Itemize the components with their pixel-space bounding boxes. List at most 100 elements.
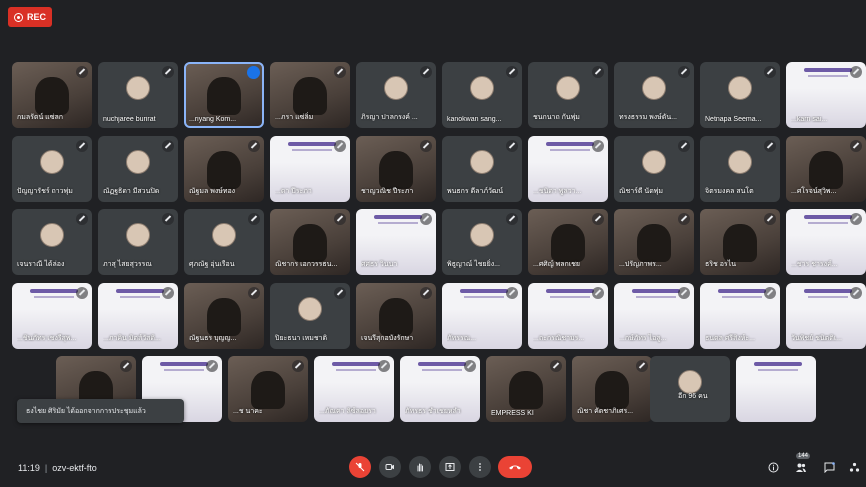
participant-tile[interactable]: ณัฏฐธิดา มีสวนปิด xyxy=(98,136,178,202)
mic-off-icon xyxy=(248,140,260,152)
mic-off-icon xyxy=(506,140,518,152)
participant-tile[interactable]: ภัทรรณ... xyxy=(442,283,522,349)
participant-name: ศุภณัฐ อุ่นเรือน xyxy=(189,261,235,268)
participant-tile[interactable]: ...ดา ปีระภา xyxy=(270,136,350,202)
participant-avatar xyxy=(207,151,241,190)
people-count-badge: 144 xyxy=(796,453,811,459)
mic-off-icon xyxy=(334,66,346,78)
participant-tile[interactable]: พิธูญาณ์ ไชยยิ่ง... xyxy=(442,209,522,275)
participant-tile[interactable]: จิตรมงคล สนโต xyxy=(700,136,780,202)
participant-avatar xyxy=(40,223,64,248)
participant-tile[interactable]: วันพิชย์ ชนิตติเ... xyxy=(786,283,866,349)
participant-tile[interactable]: ทรงธรรม พงษ์ดัน... xyxy=(614,62,694,128)
participant-tile[interactable]: ชาญวณิช ปีระภา xyxy=(356,136,436,202)
participant-tile[interactable]: ณัฐมล พงษ์ทอง xyxy=(184,136,264,202)
participant-tile[interactable]: ...ภัณคา ลิซ์ลอยรา xyxy=(314,356,394,422)
participant-name: ...ภรา แซ่ลิ่ม xyxy=(275,114,314,121)
mic-off-icon xyxy=(420,140,432,152)
participant-tile[interactable]: kanokwan sang... xyxy=(442,62,522,128)
present-button[interactable] xyxy=(439,456,461,478)
mic-off-icon xyxy=(550,360,562,372)
meeting-time: 11:19 xyxy=(18,463,40,473)
participant-avatar xyxy=(728,150,752,175)
participant-avatar xyxy=(551,224,585,263)
participant-tile[interactable]: EMPRESS KI xyxy=(486,356,566,422)
mic-off-icon xyxy=(592,287,604,299)
mic-off-icon xyxy=(678,213,690,225)
participant-name: nuchjaree burirat xyxy=(103,116,156,123)
camera-toggle-button[interactable] xyxy=(379,456,401,478)
participant-tile[interactable]: พนธกร ดีลาภ์วัฒน์ xyxy=(442,136,522,202)
participant-tile[interactable]: ธริช อรไน xyxy=(700,209,780,275)
mic-off-icon xyxy=(592,140,604,152)
participant-tile[interactable]: ณิชา คัดชาภิเศร... xyxy=(572,356,652,422)
participant-tile[interactable]: ปิยะธนา เหมชาติ xyxy=(270,283,350,349)
participant-tile[interactable]: ...ศศิญ์ พลกเชย xyxy=(528,209,608,275)
participant-tile[interactable]: ...ชาร ชารงค์... xyxy=(786,209,866,275)
participant-tile[interactable]: ...ช นาคะ xyxy=(228,356,308,422)
mic-off-icon xyxy=(76,66,88,78)
end-call-button[interactable] xyxy=(498,456,532,478)
participant-tile[interactable]: ภัทรธร ชำเชยหลำ xyxy=(400,356,480,422)
present-icon xyxy=(445,463,455,471)
activities-button[interactable] xyxy=(846,459,862,475)
participant-tile[interactable]: เจนราณี ได้ล่อง xyxy=(12,209,92,275)
chat-button[interactable] xyxy=(821,459,837,475)
participant-name: ภาสุ ไสยสุวรรณ xyxy=(103,261,152,268)
participant-avatar xyxy=(509,371,543,410)
participant-avatar xyxy=(379,298,413,337)
participant-tile[interactable]: ...ศโรจน์สุวิพ... xyxy=(786,136,866,202)
participant-tile[interactable]: ...ปรัญภาพร... xyxy=(614,209,694,275)
participant-tile[interactable]: อีก 96 คน xyxy=(650,356,730,422)
participant-avatar xyxy=(384,76,408,101)
participant-tile[interactable]: ...ภรา แซ่ลิ่ม xyxy=(270,62,350,128)
participant-name: เจนราณี ได้ล่อง xyxy=(17,261,65,268)
participant-tile[interactable]: เจนรีสุกอบังรักษา xyxy=(356,283,436,349)
participant-tile[interactable] xyxy=(736,356,816,422)
participant-tile[interactable]: ศศธร วินนา xyxy=(356,209,436,275)
participant-tile[interactable]: กมลรัตน์ แซ่ลก xyxy=(12,62,92,128)
participant-tile[interactable]: ธนดล ศรีสิงห์ะ... xyxy=(700,283,780,349)
participant-tile[interactable]: Netnapa Seema... xyxy=(700,62,780,128)
participant-avatar xyxy=(379,151,413,190)
mic-off-icon xyxy=(76,213,88,225)
bottom-bar: 11:19 | ozv-ektf-fto 144 xyxy=(0,453,866,487)
participant-tile[interactable]: ณัฐนธร บุญญ... xyxy=(184,283,264,349)
mic-toggle-button[interactable] xyxy=(349,456,371,478)
participant-avatar xyxy=(251,371,285,410)
participant-tile[interactable]: nuchjaree burirat xyxy=(98,62,178,128)
participant-tile[interactable]: ณิชากร เอกวรรธน... xyxy=(270,209,350,275)
people-icon xyxy=(796,463,806,472)
participant-avatar xyxy=(207,298,241,337)
meeting-details-button[interactable] xyxy=(765,459,781,475)
participant-tile[interactable]: ภิรญา ปาลกรงค์ ... xyxy=(356,62,436,128)
mic-off-icon xyxy=(764,66,776,78)
more-options-button[interactable] xyxy=(469,456,491,478)
participant-tile[interactable]: ภาสุ ไสยสุวรรณ xyxy=(98,209,178,275)
participant-avatar xyxy=(212,223,236,248)
participant-tile[interactable]: ...ชินภัทร เชงรีสุพ... xyxy=(12,283,92,349)
mic-off-icon xyxy=(162,140,174,152)
participant-tile[interactable]: ...ชนิดา พูลวา... xyxy=(528,136,608,202)
participant-avatar xyxy=(595,371,629,410)
participant-tile[interactable]: ปัญญารัชร์ ถาวพุ่ม xyxy=(12,136,92,202)
participant-tile[interactable]: ศุภณัฐ อุ่นเรือน xyxy=(184,209,264,275)
raise-hand-button[interactable] xyxy=(409,456,431,478)
meeting-code: ozv-ektf-fto xyxy=(52,463,97,473)
participant-tile[interactable]: ชนกนาถ กันพุ่ม xyxy=(528,62,608,128)
participant-tile[interactable]: ...ถะกรณิชามร... xyxy=(528,283,608,349)
participant-name: ...กษ์ภัทร ไอลู... xyxy=(619,335,667,342)
participant-name: ทรงธรรม พงษ์ดัน... xyxy=(619,114,677,121)
participant-tile[interactable]: ...กษ์ภัทร ไอลู... xyxy=(614,283,694,349)
participant-tile[interactable]: ...ภาคิน มิตส์วัสดิ... xyxy=(98,283,178,349)
people-button[interactable]: 144 xyxy=(793,453,811,475)
mic-off-icon xyxy=(678,66,690,78)
participant-tile[interactable]: ณิชาร์ดี นัดพุ่ม xyxy=(614,136,694,202)
mic-off-icon xyxy=(76,140,88,152)
participant-tile[interactable]: ...karn sai... xyxy=(786,62,866,128)
toast-text: ธงไชย ศิริมัย ได้ออกจากการประชุมแล้ว xyxy=(26,407,146,415)
participant-name: ณิชาร์ดี นัดพุ่ม xyxy=(619,188,663,195)
participant-name: ...ถะกรณิชามร... xyxy=(533,335,585,342)
participant-tile[interactable]: ...riyang Kom... xyxy=(184,62,264,128)
mic-off-icon xyxy=(355,462,365,472)
